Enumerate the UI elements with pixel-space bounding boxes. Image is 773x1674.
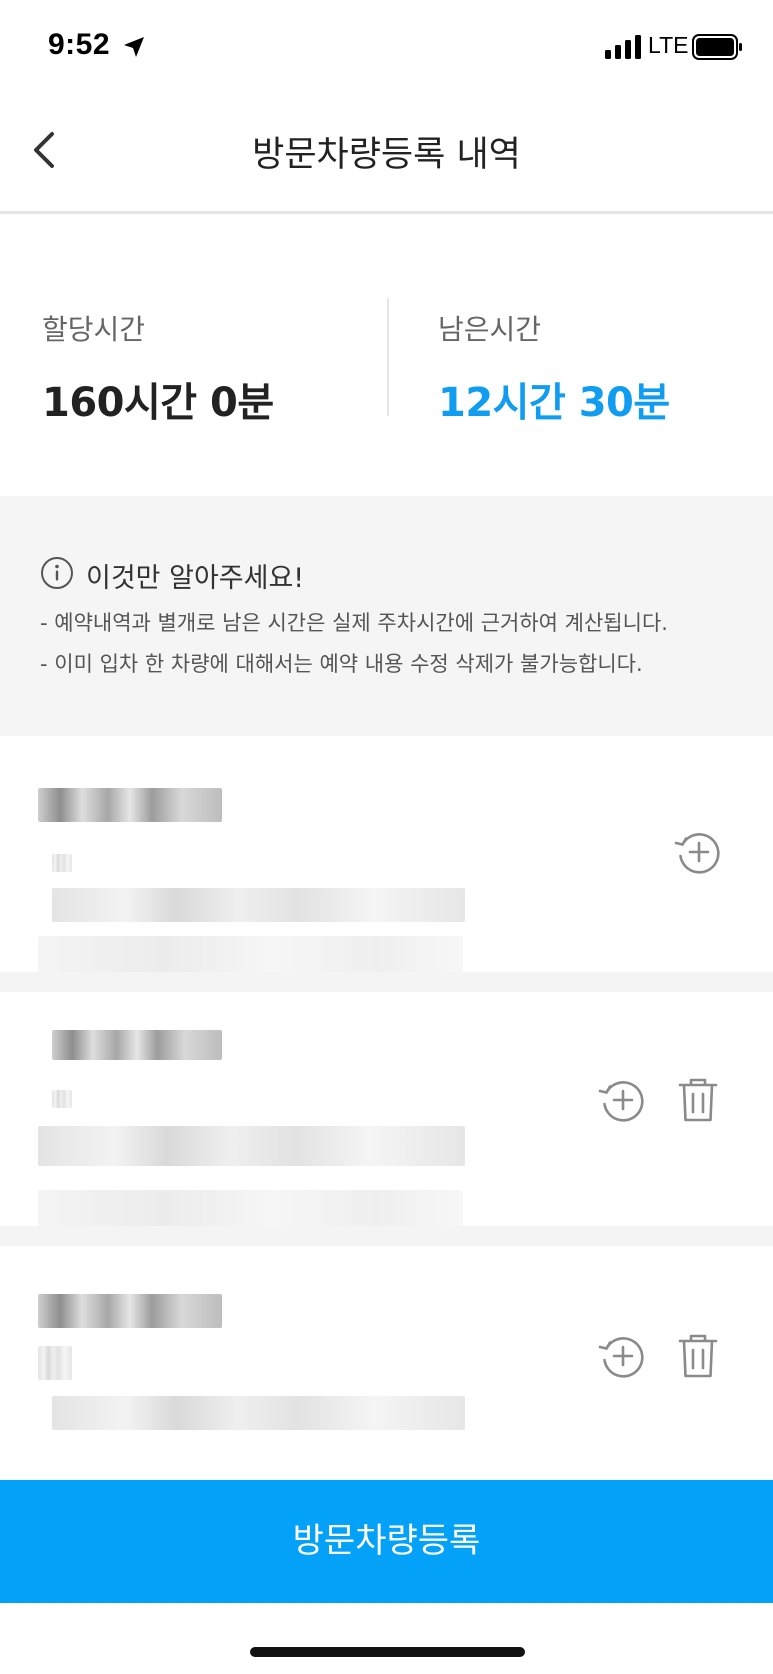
trash-icon[interactable]	[672, 1330, 724, 1382]
list-separator	[0, 972, 773, 992]
redacted-vehicle-number	[38, 1294, 222, 1328]
allocated-time-value: 160시간 0분	[42, 380, 274, 426]
list-item[interactable]	[0, 736, 773, 972]
redacted-text	[38, 1190, 463, 1226]
signal-icon	[605, 35, 641, 59]
register-visitor-vehicle-button[interactable]: 방문차량등록	[0, 1480, 773, 1603]
notice-line: - 이미 입차 한 차량에 대해서는 예약 내용 수정 삭제가 불가능합니다.	[40, 652, 643, 676]
screen: 9:52 LTE 방문차량등록 내역 할당시간 160시간 0분 남은시간 12…	[0, 0, 773, 1674]
remaining-time: 남은시간 12시간 30분	[438, 308, 670, 428]
trash-icon[interactable]	[672, 1074, 724, 1126]
list-separator	[0, 1226, 773, 1246]
remaining-time-label: 남은시간	[438, 313, 542, 346]
list-item[interactable]	[0, 1246, 773, 1480]
extend-icon[interactable]	[596, 1330, 648, 1382]
extend-icon[interactable]	[672, 826, 724, 878]
remaining-time-value: 12시간 30분	[438, 380, 670, 426]
redacted-date	[52, 1396, 465, 1430]
info-icon	[41, 557, 73, 589]
header: 방문차량등록 내역	[0, 94, 773, 214]
redacted-vehicle-number	[52, 1030, 222, 1060]
network-type: LTE	[648, 32, 689, 58]
home-indicator	[250, 1647, 525, 1657]
redacted-date	[52, 888, 465, 922]
redacted-text	[38, 1346, 72, 1380]
status-bar: 9:52 LTE	[0, 0, 773, 94]
time-summary: 할당시간 160시간 0분 남은시간 12시간 30분	[0, 214, 773, 496]
redacted-text	[52, 1090, 72, 1108]
page-title: 방문차량등록 내역	[252, 135, 521, 175]
notice-line: - 예약내역과 별개로 남은 시간은 실제 주차시간에 근거하여 계산됩니다.	[40, 611, 668, 635]
redacted-text	[38, 936, 463, 972]
status-time: 9:52	[48, 28, 111, 61]
allocated-time-label: 할당시간	[42, 313, 146, 346]
redacted-text	[52, 854, 72, 872]
battery-icon	[692, 34, 742, 60]
redacted-date	[38, 1126, 465, 1166]
extend-icon[interactable]	[596, 1074, 648, 1126]
location-arrow-icon	[124, 37, 144, 57]
allocated-time: 할당시간 160시간 0분	[42, 308, 274, 428]
notice-title: 이것만 알아주세요!	[86, 563, 305, 594]
redacted-vehicle-number	[38, 788, 222, 822]
list-item[interactable]	[0, 992, 773, 1226]
divider	[387, 298, 389, 416]
